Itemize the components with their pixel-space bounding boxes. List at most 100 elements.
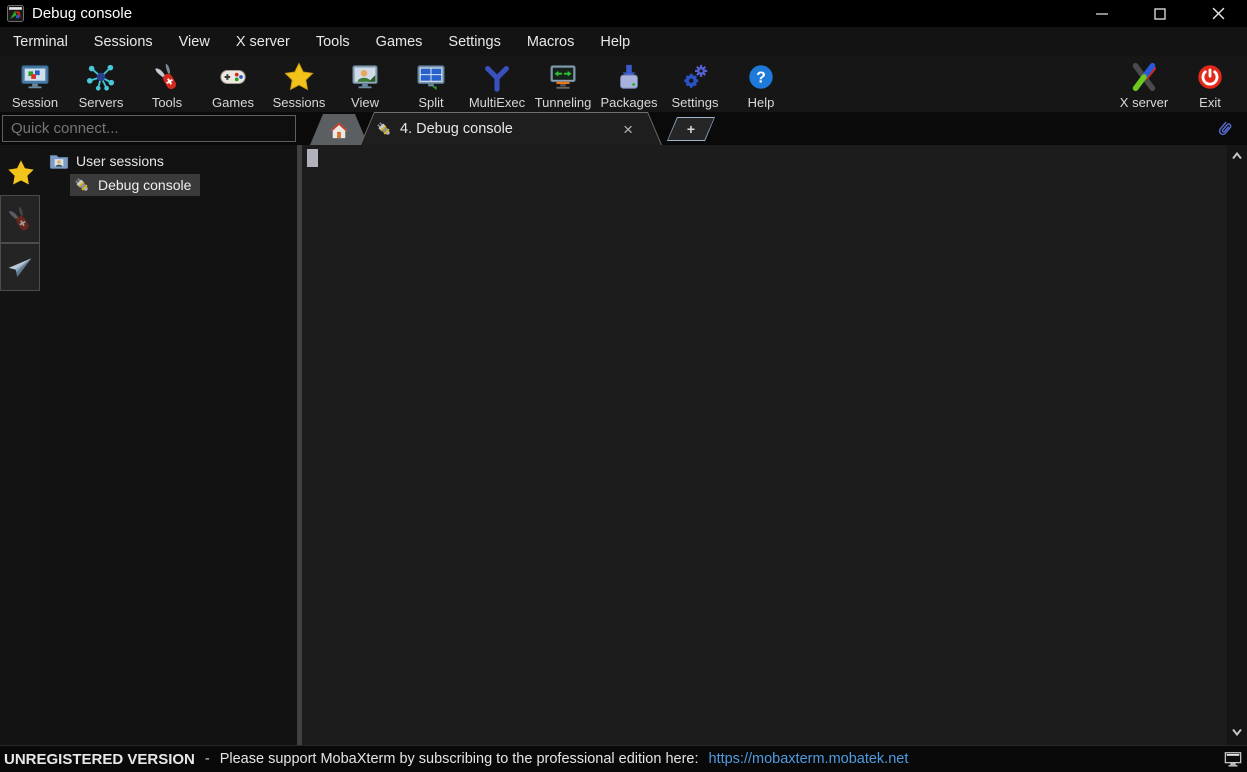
packages-drive-icon [614, 61, 644, 92]
toolbar-label: Split [418, 95, 443, 110]
unregistered-version-label: UNREGISTERED VERSION [4, 751, 195, 768]
gamepad-icon [218, 61, 248, 92]
menu-games[interactable]: Games [363, 27, 436, 56]
tree-item-label: Debug console [98, 177, 191, 193]
mobaxterm-logo-icon [7, 5, 24, 22]
user-sessions-folder-icon [49, 151, 69, 171]
exit-power-icon [1195, 61, 1225, 92]
terminal-area[interactable] [302, 145, 1227, 745]
toolbar-label: Servers [79, 95, 124, 110]
toolbar-label: View [351, 95, 379, 110]
tab-debug-console[interactable]: 4. Debug console × [360, 112, 662, 145]
servers-network-icon [86, 61, 116, 92]
session-plug-icon [375, 120, 393, 138]
toolbar-label: Tools [152, 95, 182, 110]
paper-plane-icon [6, 253, 34, 281]
status-bar: UNREGISTERED VERSION - Please support Mo… [0, 745, 1247, 772]
maximize-button[interactable] [1131, 0, 1189, 27]
session-plug-icon [73, 176, 91, 194]
toolbar-label: Help [748, 95, 775, 110]
toolbar-multiexec-button[interactable]: MultiExec [464, 61, 530, 110]
tunneling-monitor-icon [548, 61, 578, 92]
menu-tools[interactable]: Tools [303, 27, 363, 56]
sidebar-macros-button[interactable] [0, 243, 40, 291]
toolbar: Session Servers Tools [0, 56, 1247, 112]
menu-bar: Terminal Sessions View X server Tools Ga… [0, 27, 1247, 56]
monitor-status-icon [1224, 751, 1242, 768]
mobatek-link[interactable]: https://mobaxterm.mobatek.net [709, 751, 909, 767]
sidebar-sessions-button[interactable] [0, 155, 41, 191]
toolbar-label: Session [12, 95, 58, 110]
menu-help[interactable]: Help [587, 27, 643, 56]
toolbar-exit-button[interactable]: Exit [1177, 61, 1243, 110]
toolbar-settings-button[interactable]: Settings [662, 61, 728, 110]
toolbar-label: Sessions [273, 95, 326, 110]
toolbar-label: Settings [672, 95, 719, 110]
menu-macros[interactable]: Macros [514, 27, 588, 56]
tree-item-label: User sessions [76, 153, 164, 169]
main-area: User sessions Debug console [0, 145, 1247, 745]
toolbar-label: Games [212, 95, 254, 110]
toolbar-tunneling-button[interactable]: Tunneling [530, 61, 596, 110]
menu-settings[interactable]: Settings [435, 27, 513, 56]
window-title: Debug console [32, 5, 132, 22]
toolbar-session-button[interactable]: Session [2, 61, 68, 110]
toolbar-label: Exit [1199, 95, 1221, 110]
plus-icon: + [687, 121, 695, 137]
home-icon [329, 120, 349, 140]
tree-item-debug-console[interactable]: Debug console [70, 174, 200, 196]
terminal-scrollbar[interactable] [1227, 145, 1247, 745]
sidebar-icon-strip [0, 145, 41, 745]
terminal-cursor [307, 149, 318, 167]
minimize-icon [1096, 8, 1108, 20]
status-message: Please support MobaXterm by subscribing … [220, 751, 699, 767]
new-session-monitor-icon [20, 61, 50, 92]
toolbar-label: Tunneling [535, 95, 592, 110]
sessions-star-icon [284, 61, 314, 92]
toolbar-servers-button[interactable]: Servers [68, 61, 134, 110]
tree-item-user-sessions[interactable]: User sessions [49, 151, 164, 171]
title-bar: Debug console [0, 0, 1247, 27]
tab-home[interactable] [310, 114, 368, 145]
tab-bar: 4. Debug console × + [0, 112, 1247, 145]
scroll-down-icon[interactable] [1231, 728, 1243, 737]
toolbar-split-button[interactable]: Split [398, 61, 464, 110]
sidebar-tools-button[interactable] [0, 195, 40, 243]
menu-xserver[interactable]: X server [223, 27, 303, 56]
maximize-icon [1154, 8, 1166, 20]
tab-close-icon[interactable]: × [623, 121, 633, 138]
settings-gears-icon [680, 61, 710, 92]
toolbar-xserver-button[interactable]: X server [1111, 61, 1177, 110]
sessions-tree-panel: User sessions Debug console [41, 145, 297, 745]
close-icon [1212, 7, 1225, 20]
close-button[interactable] [1189, 0, 1247, 27]
toolbar-help-button[interactable]: ? Help [728, 61, 794, 110]
view-monitor-icon [350, 61, 380, 92]
toolbar-label: MultiExec [469, 95, 525, 110]
toolbar-label: Packages [600, 95, 657, 110]
multiexec-fork-icon [482, 61, 512, 92]
menu-sessions[interactable]: Sessions [81, 27, 166, 56]
swiss-knife-icon [152, 61, 182, 92]
split-screen-icon [416, 61, 446, 92]
menu-view[interactable]: View [166, 27, 223, 56]
toolbar-packages-button[interactable]: Packages [596, 61, 662, 110]
star-icon [7, 159, 35, 187]
svg-text:?: ? [756, 69, 766, 86]
scroll-up-icon[interactable] [1231, 151, 1243, 160]
new-tab-button[interactable]: + [667, 117, 715, 141]
help-question-icon: ? [746, 61, 776, 92]
swiss-knife-icon [6, 205, 34, 233]
toolbar-view-button[interactable]: View [332, 61, 398, 110]
toolbar-label: X server [1120, 95, 1168, 110]
menu-terminal[interactable]: Terminal [0, 27, 81, 56]
toolbar-sessions-button[interactable]: Sessions [266, 61, 332, 110]
quick-connect-input[interactable] [2, 115, 296, 142]
tab-label: 4. Debug console [400, 121, 513, 137]
paperclip-icon[interactable] [1215, 117, 1235, 140]
toolbar-tools-button[interactable]: Tools [134, 61, 200, 110]
toolbar-games-button[interactable]: Games [200, 61, 266, 110]
minimize-button[interactable] [1073, 0, 1131, 27]
xserver-x-icon [1128, 61, 1160, 92]
status-separator: - [205, 751, 210, 767]
